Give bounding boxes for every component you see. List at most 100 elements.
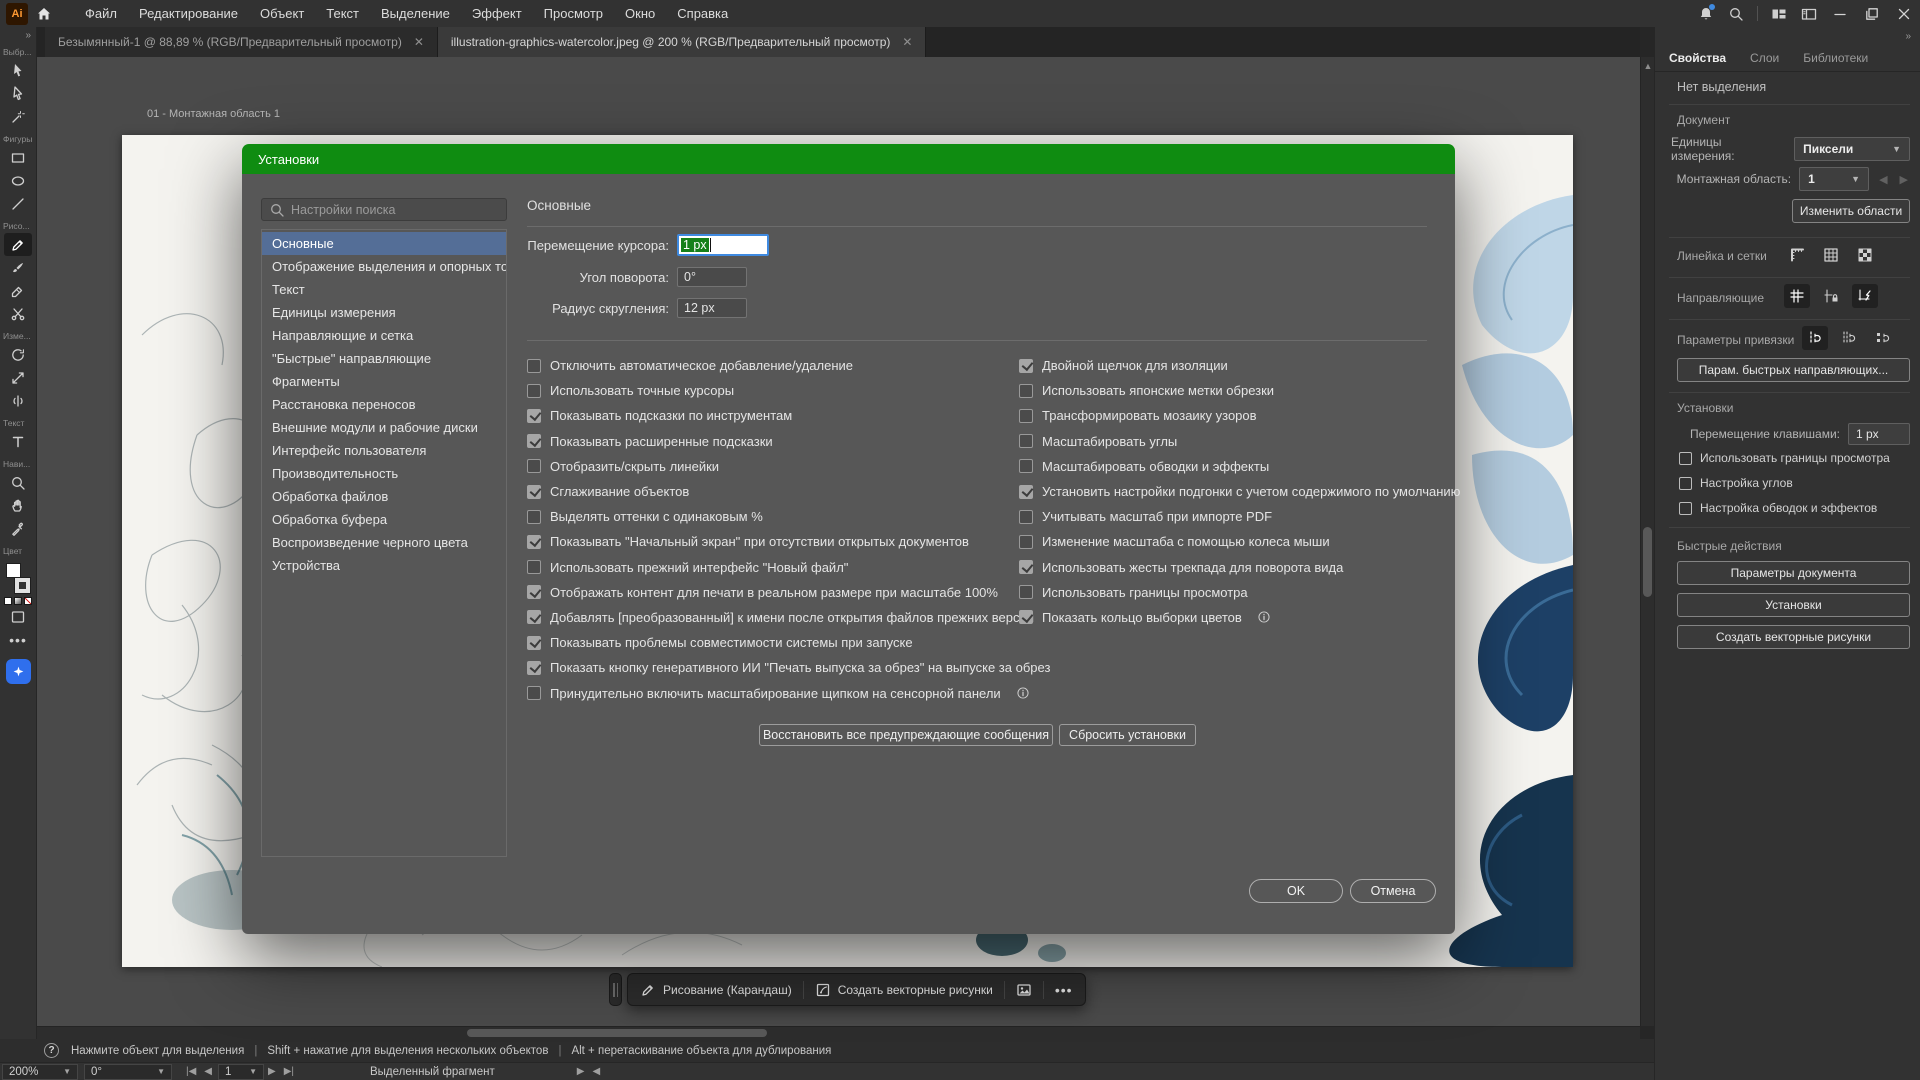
smart-guides-options-button[interactable]: Парам. быстрых направляющих... — [1677, 358, 1910, 382]
prefs-nav-hyphenation[interactable]: Расстановка переносов — [262, 393, 506, 416]
units-dropdown[interactable]: Пиксели ▼ — [1794, 137, 1910, 161]
home-button[interactable] — [28, 0, 60, 27]
quick-action-button-1[interactable]: Параметры документа — [1677, 561, 1910, 585]
prefs-nav-user-interface[interactable]: Интерфейс пользователя — [262, 439, 506, 462]
prefs-nav-clipboard[interactable]: Обработка буфера — [262, 508, 506, 531]
more-options-button[interactable]: ••• — [1055, 987, 1073, 993]
prefs-nav-guides-grid[interactable]: Направляющие и сетка — [262, 324, 506, 347]
rectangle-tool-button[interactable] — [4, 146, 32, 169]
lock-guides-button[interactable] — [1818, 284, 1844, 308]
search-input[interactable] — [291, 203, 499, 217]
checkbox-unchecked[interactable] — [1019, 459, 1033, 473]
info-icon[interactable] — [1016, 686, 1030, 700]
checkbox-checked[interactable] — [527, 585, 541, 599]
corner-radius-input[interactable]: 12 px — [677, 298, 747, 318]
checkbox-unchecked[interactable] — [1019, 434, 1033, 448]
help-icon[interactable]: ? — [44, 1043, 59, 1058]
line-tool-button[interactable] — [4, 192, 32, 215]
menu-edit[interactable]: Редактирование — [128, 0, 249, 27]
eraser-tool-button[interactable] — [4, 279, 32, 302]
panel-tab-layers[interactable]: Слои — [1750, 51, 1779, 65]
prefs-nav-type[interactable]: Текст — [262, 278, 506, 301]
rulers-button[interactable] — [1784, 243, 1810, 267]
panel-expand-icon[interactable]: » — [1905, 31, 1910, 42]
prefs-nav-units[interactable]: Единицы измерения — [262, 301, 506, 324]
grid-button[interactable] — [1818, 243, 1844, 267]
checkbox-unchecked[interactable] — [527, 560, 541, 574]
menu-file[interactable]: Файл — [74, 0, 128, 27]
checkbox-unchecked[interactable] — [527, 384, 541, 398]
checkbox-checked[interactable] — [527, 409, 541, 423]
checkbox-unchecked[interactable] — [527, 359, 541, 373]
prev-artboard-icon[interactable]: ◀ — [1877, 173, 1889, 186]
tab-close-icon[interactable]: ✕ — [414, 36, 424, 48]
notifications-button[interactable] — [1691, 0, 1721, 27]
vertical-scrollbar-thumb[interactable] — [1643, 527, 1652, 597]
direct-selection-tool-button[interactable] — [4, 82, 32, 105]
image-trace-button[interactable] — [1016, 982, 1032, 998]
checkbox-unchecked[interactable] — [1019, 384, 1033, 398]
vertical-scrollbar[interactable]: ▲ — [1640, 57, 1654, 1026]
ellipse-tool-button[interactable] — [4, 169, 32, 192]
info-icon[interactable] — [1257, 610, 1271, 624]
checkbox-checked[interactable] — [527, 434, 541, 448]
preferences-search-box[interactable] — [261, 198, 507, 221]
horizontal-scrollbar[interactable] — [37, 1026, 1640, 1039]
paintbrush-tool-button[interactable] — [4, 256, 32, 279]
create-vector-art-button[interactable]: Создать векторные рисунки — [815, 982, 993, 998]
checkbox-unchecked[interactable] — [1679, 502, 1692, 515]
prefs-nav-smart-guides[interactable]: "Быстрые" направляющие — [262, 347, 506, 370]
checkbox-unchecked[interactable] — [527, 459, 541, 473]
rotation-dropdown[interactable]: 0° ▼ — [84, 1064, 172, 1080]
checkbox-checked[interactable] — [1019, 610, 1033, 624]
scroll-up-icon[interactable]: ▲ — [1641, 61, 1655, 71]
prefs-nav-file-handling[interactable]: Обработка файлов — [262, 485, 506, 508]
first-artboard-icon[interactable]: |◀ — [182, 1066, 200, 1077]
checkbox-checked[interactable] — [527, 661, 541, 675]
tab-close-icon[interactable]: ✕ — [902, 36, 912, 48]
menu-effect[interactable]: Эффект — [461, 0, 533, 27]
checkbox-unchecked[interactable] — [1019, 585, 1033, 599]
pencil-tool-button[interactable] — [4, 233, 32, 256]
magic-wand-tool-button[interactable] — [4, 105, 32, 128]
zoom-level-dropdown[interactable]: 200% ▼ — [2, 1064, 78, 1080]
menu-type[interactable]: Текст — [315, 0, 370, 27]
prefs-nav-devices[interactable]: Устройства — [262, 554, 506, 577]
cancel-button[interactable]: Отмена — [1350, 879, 1436, 903]
task-bar-drag-handle[interactable] — [609, 973, 622, 1006]
checkbox-unchecked[interactable] — [1019, 535, 1033, 549]
edit-artboards-button[interactable]: Изменить области — [1792, 199, 1910, 223]
snap-to-pixel-button[interactable] — [1870, 326, 1896, 350]
draw-pencil-button[interactable]: Рисование (Карандаш) — [640, 982, 792, 998]
checkbox-checked[interactable] — [527, 535, 541, 549]
scale-tool-button[interactable] — [4, 366, 32, 389]
screen-mode-button[interactable] — [4, 605, 32, 628]
app-search-button[interactable] — [1721, 0, 1751, 27]
color-button[interactable] — [4, 597, 12, 605]
checkbox-checked[interactable] — [1019, 485, 1033, 499]
checkbox-checked[interactable] — [527, 636, 541, 650]
checkbox-unchecked[interactable] — [527, 510, 541, 524]
menu-view[interactable]: Просмотр — [533, 0, 614, 27]
panel-toggle-button[interactable] — [1794, 0, 1824, 27]
eyedropper-tool-button[interactable] — [4, 517, 32, 540]
stroke-swatch[interactable] — [15, 578, 30, 593]
show-guides-button[interactable] — [1784, 284, 1810, 308]
rotate-tool-button[interactable] — [4, 343, 32, 366]
prefs-nav-general[interactable]: Основные — [262, 232, 506, 255]
toolbar-expand-icon[interactable]: » — [25, 30, 36, 41]
quick-action-button-2[interactable]: Установки — [1677, 593, 1910, 617]
horizontal-scrollbar-thumb[interactable] — [467, 1029, 767, 1037]
checkbox-unchecked[interactable] — [1019, 510, 1033, 524]
prefs-nav-black-appearance[interactable]: Воспроизведение черного цвета — [262, 531, 506, 554]
status-play-icon[interactable]: ▶ — [573, 1066, 589, 1077]
artboard-number-dropdown[interactable]: 1 ▼ — [218, 1064, 264, 1080]
prefs-nav-plugins-disks[interactable]: Внешние модули и рабочие диски — [262, 416, 506, 439]
prefs-nav-selection-anchor[interactable]: Отображение выделения и опорных точек — [262, 255, 506, 278]
fill-swatch[interactable] — [6, 563, 21, 578]
window-close-button[interactable] — [1888, 0, 1920, 27]
quick-action-button-3[interactable]: Создать векторные рисунки — [1677, 625, 1910, 649]
document-tab-watercolor-jpeg[interactable]: illustration-graphics-watercolor.jpeg @ … — [438, 27, 927, 57]
fill-stroke-swatches[interactable] — [5, 562, 31, 594]
status-back-icon[interactable]: ◀ — [588, 1066, 604, 1077]
